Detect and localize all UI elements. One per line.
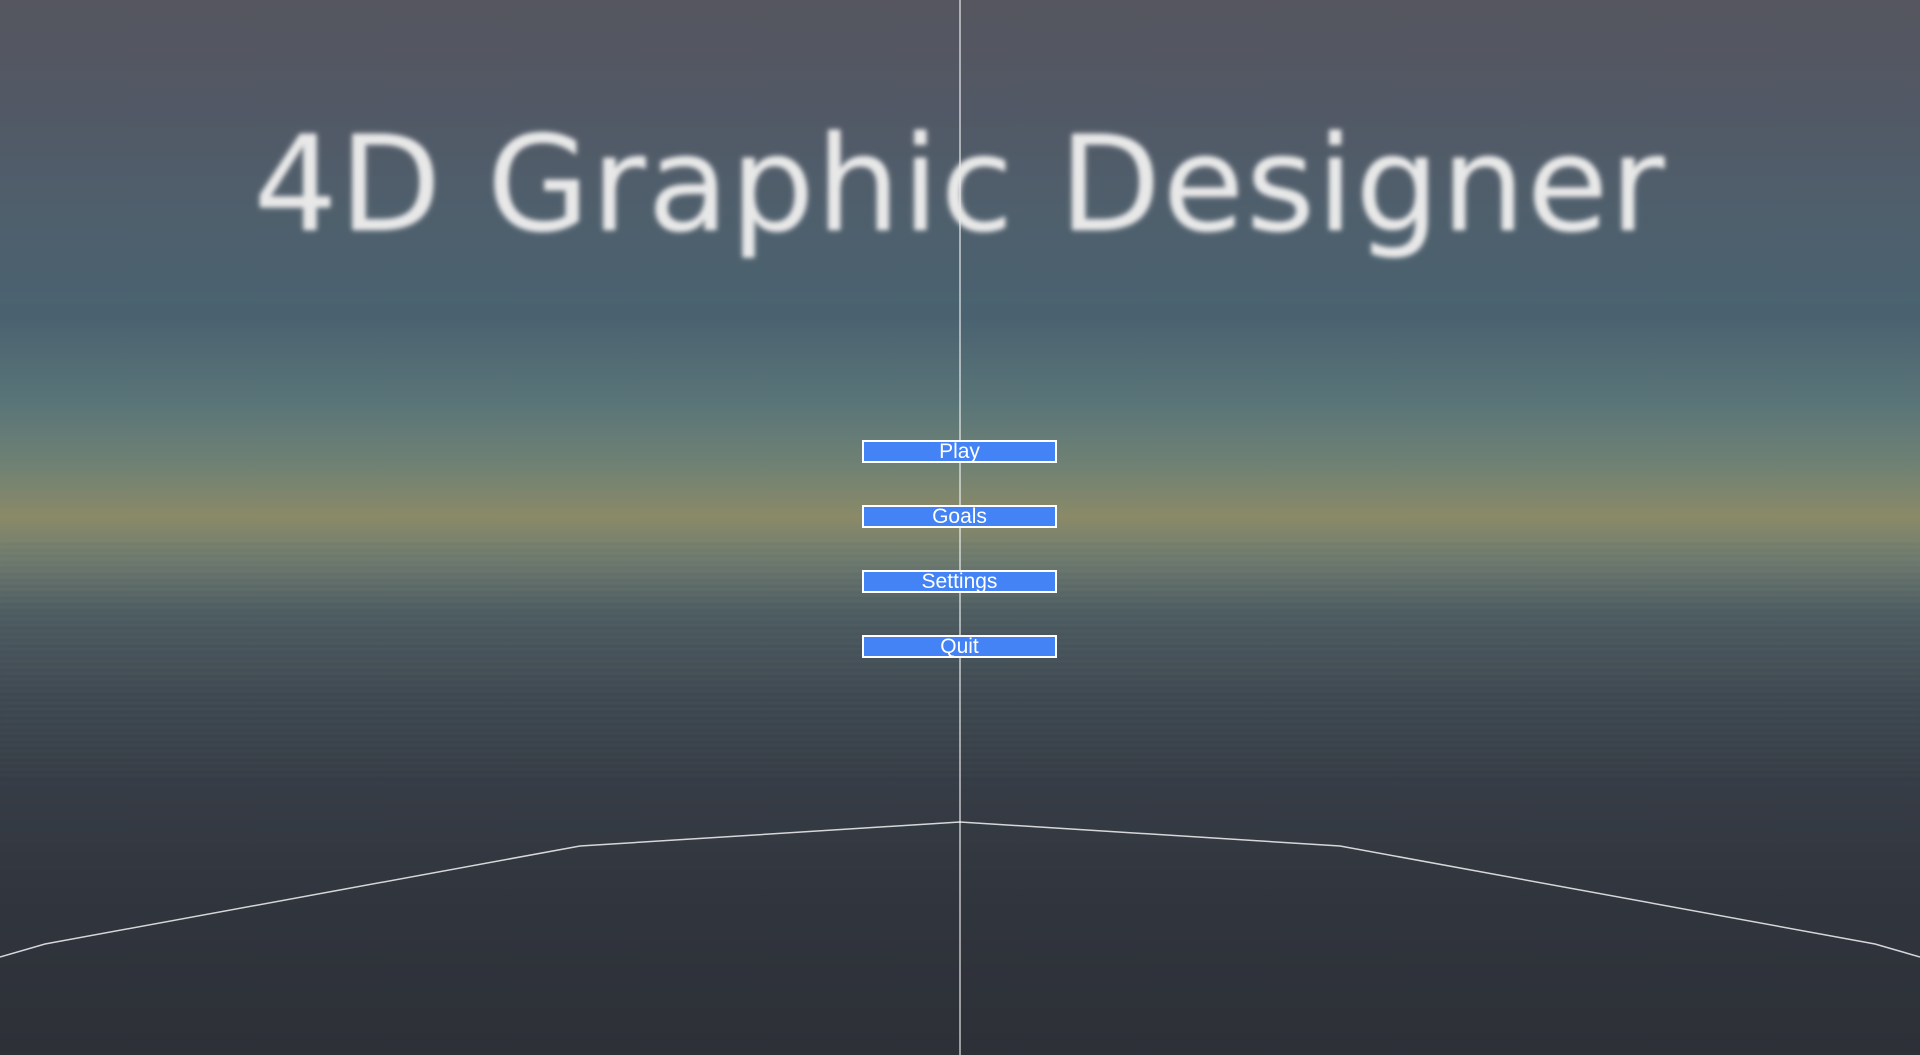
goals-button[interactable]: Goals bbox=[862, 505, 1057, 528]
settings-button[interactable]: Settings bbox=[862, 570, 1057, 593]
main-menu-scene: 4D Graphic Designer Play Goals Settings … bbox=[0, 0, 1920, 1055]
play-button[interactable]: Play bbox=[862, 440, 1057, 463]
game-title: 4D Graphic Designer bbox=[253, 108, 1667, 262]
main-menu: Play Goals Settings Quit bbox=[862, 440, 1057, 658]
quit-button[interactable]: Quit bbox=[862, 635, 1057, 658]
floor-outline bbox=[0, 821, 1920, 958]
